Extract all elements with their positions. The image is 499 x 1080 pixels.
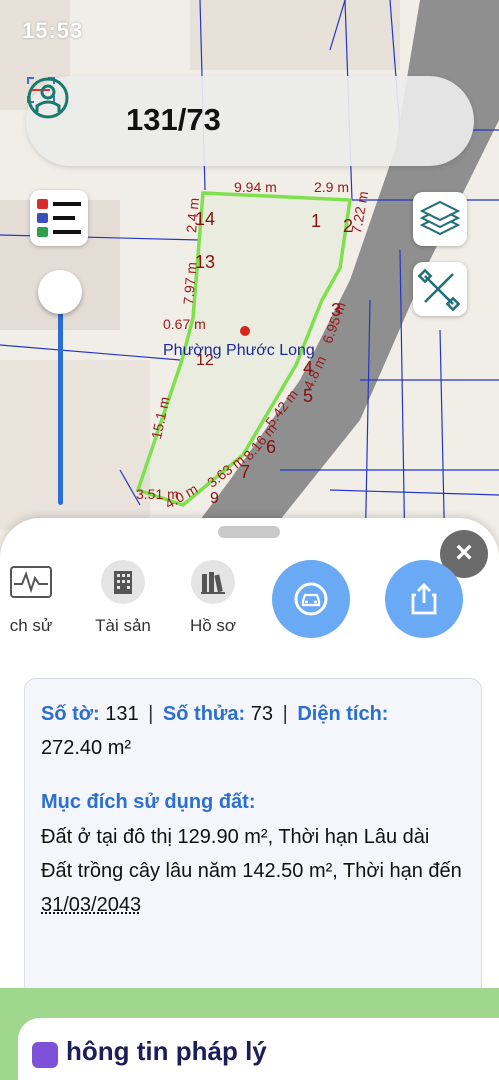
tab-label: Tài sản	[95, 616, 151, 635]
car-icon	[294, 582, 328, 616]
vertex-label: 3	[331, 300, 342, 320]
tab-label: ch sử	[9, 616, 53, 635]
vertex-label: 7	[240, 462, 251, 482]
land-use-expiry-date[interactable]: 31/03/2043	[41, 894, 141, 916]
search-bar[interactable]: 131/73	[26, 76, 474, 166]
vertex-label: 2	[343, 216, 354, 236]
vertex-label: 1	[311, 211, 322, 231]
building-icon	[101, 560, 145, 604]
parcel-centroid	[240, 326, 250, 336]
legend-icon	[37, 199, 81, 237]
sheet-number-value: 131	[105, 703, 139, 725]
parcel-summary: Số tờ: 131 | Số thửa: 73 | Diện tích: 27…	[41, 697, 465, 765]
layers-button[interactable]	[413, 192, 467, 246]
app-logo-icon	[32, 1042, 58, 1068]
tab-records[interactable]: Hồ sơ	[178, 560, 248, 636]
sheet-grabber[interactable]	[218, 526, 280, 538]
share-button[interactable]	[385, 560, 463, 638]
status-time: 15:53	[22, 18, 84, 43]
dim-label-top: 9.94 m	[234, 179, 277, 195]
bottom-sheet[interactable]: × ch sử Tài sản Hồ sơ Số tờ: 131 | Số th…	[0, 518, 499, 1080]
vertex-label: 5	[303, 386, 314, 406]
slider-thumb[interactable]	[38, 270, 82, 314]
parcel-info-card: Số tờ: 131 | Số thửa: 73 | Diện tích: 27…	[24, 678, 482, 996]
profile-icon[interactable]	[26, 76, 70, 120]
parcel-number-value: 73	[250, 703, 273, 725]
ward-label: Phường Phước Long	[163, 342, 315, 359]
ruler-icon	[417, 268, 461, 312]
layers-icon	[419, 200, 461, 236]
area-value: 272.40 m²	[41, 737, 132, 759]
dim-label-bottom-left: 3.51 m	[136, 486, 179, 502]
vertex-label: 9	[210, 490, 219, 507]
slider-track[interactable]	[58, 290, 63, 505]
legal-info-title: hông tin pháp lý	[66, 1036, 267, 1066]
tab-assets[interactable]: Tài sản	[86, 560, 160, 636]
history-chart-icon	[6, 560, 56, 604]
vertex-label: 14	[195, 209, 216, 229]
opacity-slider[interactable]	[38, 270, 82, 505]
land-use-description: Đất ở tại đô thị 129.90 m², Thời hạn Lâu…	[41, 826, 462, 882]
vertex-label: 13	[195, 252, 216, 272]
separator: |	[148, 703, 154, 725]
share-icon	[411, 583, 437, 615]
legend-button[interactable]	[30, 190, 88, 246]
search-query[interactable]: 131/73	[126, 102, 221, 138]
tab-label: Hồ sơ	[189, 616, 237, 635]
map-view[interactable]: 15:53 9.94 m 2.9 m 7.22 m 6.95 m 7.97 m …	[0, 0, 499, 560]
legal-info-section[interactable]: hông tin pháp lý	[0, 988, 499, 1080]
directions-button[interactable]	[272, 560, 350, 638]
dim-label-top-right: 2.9 m	[314, 179, 350, 195]
land-use-text: Đất ở tại đô thị 129.90 m², Thời hạn Lâu…	[41, 820, 465, 922]
area-label: Diện tích:	[297, 703, 389, 725]
separator: |	[282, 703, 288, 725]
land-use-title: Mục đích sử dụng đất:	[41, 791, 256, 813]
legal-info-header[interactable]: hông tin pháp lý	[18, 1018, 499, 1080]
dim-label-left-small: 0.67 m	[163, 316, 206, 332]
vertex-label: 6	[266, 437, 277, 457]
measure-button[interactable]	[413, 262, 467, 316]
sheet-number-label: Số tờ:	[41, 703, 100, 725]
books-icon	[191, 560, 235, 604]
vertex-label: 4	[303, 358, 314, 378]
tab-history[interactable]: ch sử	[0, 560, 66, 636]
parcel-number-label: Số thửa:	[162, 703, 246, 725]
